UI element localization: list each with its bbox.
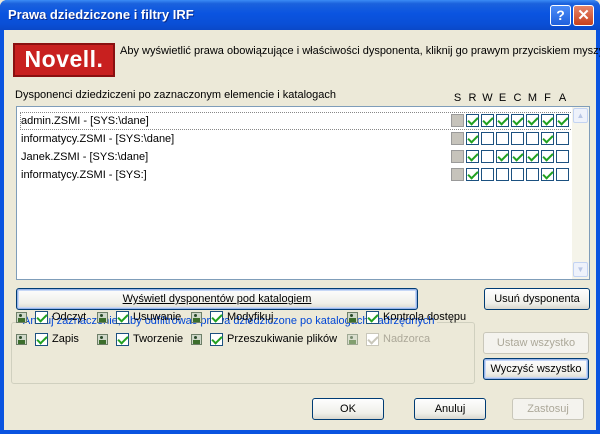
novell-logo: Novell.	[13, 43, 115, 77]
filter-checkbox[interactable]	[35, 311, 48, 324]
info-text: Aby wyświetlić prawa obowiązujące i właś…	[120, 45, 600, 57]
right-checkbox-e[interactable]	[496, 114, 509, 127]
filter-checkbox-label[interactable]: Przeszukiwanie plików	[227, 333, 337, 345]
column-header-s: S	[453, 92, 462, 104]
right-checkbox-r[interactable]	[466, 132, 479, 145]
trustee-row[interactable]: informatycy.ZSMI - [SYS:]	[21, 167, 147, 183]
trustee-row[interactable]: informatycy.ZSMI - [SYS:\dane]	[21, 131, 174, 147]
right-checkbox-e[interactable]	[496, 168, 509, 181]
window-title: Prawa dziedziczone i filtry IRF	[8, 7, 194, 22]
show-trustees-button[interactable]: Wyświetl dysponentów pod katalogiem	[16, 288, 418, 310]
cancel-button[interactable]: Anuluj	[414, 398, 486, 420]
inherited-rights-icon	[16, 312, 27, 323]
inherited-rights-icon	[16, 334, 27, 345]
filter-checkbox[interactable]	[116, 333, 129, 346]
filter-checkbox[interactable]	[366, 333, 379, 346]
right-checkbox-a[interactable]	[556, 150, 569, 163]
right-checkbox-f[interactable]	[541, 150, 554, 163]
ok-button[interactable]: OK	[312, 398, 384, 420]
column-header-w: W	[482, 92, 493, 104]
apply-button[interactable]: Zastosuj	[512, 398, 584, 420]
right-checkbox-c[interactable]	[511, 114, 524, 127]
remove-trustee-button[interactable]: Usuń dysponenta	[484, 288, 590, 310]
right-checkbox-w[interactable]	[481, 168, 494, 181]
filter-checkbox-label[interactable]: Usuwanie	[133, 311, 181, 323]
filter-checkbox[interactable]	[210, 311, 223, 324]
trustee-row[interactable]: admin.ZSMI - [SYS:\dane]	[21, 113, 149, 129]
show-trustees-label: Wyświetl dysponentów pod katalogiem	[122, 293, 312, 305]
right-checkbox-m[interactable]	[526, 114, 539, 127]
help-button[interactable]: ?	[550, 5, 571, 26]
set-all-button[interactable]: Ustaw wszystko	[483, 332, 589, 354]
trustee-row[interactable]: Janek.ZSMI - [SYS:\dane]	[21, 149, 148, 165]
right-checkbox-s[interactable]	[451, 114, 464, 127]
column-header-r: R	[468, 92, 477, 104]
clear-all-button[interactable]: Wyczyść wszystko	[483, 358, 589, 380]
right-checkbox-f[interactable]	[541, 168, 554, 181]
column-header-m: M	[527, 92, 538, 104]
filter-group: Anuluj zaznaczenie, aby odfiltrować praw…	[11, 315, 475, 384]
right-checkbox-s[interactable]	[451, 168, 464, 181]
right-checkbox-c[interactable]	[511, 168, 524, 181]
inherited-rights-icon	[347, 312, 358, 323]
right-checkbox-e[interactable]	[496, 150, 509, 163]
right-checkbox-f[interactable]	[541, 114, 554, 127]
filter-checkbox-label[interactable]: Nadzorca	[383, 333, 430, 345]
right-checkbox-s[interactable]	[451, 150, 464, 163]
column-header-a: A	[558, 92, 567, 104]
filter-checkbox[interactable]	[35, 333, 48, 346]
close-button[interactable]: ✕	[573, 5, 594, 26]
trustee-list-label: Dysponenci dziedziczeni po zaznaczonym e…	[15, 89, 337, 101]
right-checkbox-w[interactable]	[481, 132, 494, 145]
title-bar[interactable]: Prawa dziedziczone i filtry IRF ? ✕	[0, 0, 600, 30]
column-header-f: F	[544, 92, 551, 104]
right-checkbox-f[interactable]	[541, 132, 554, 145]
filter-checkbox-label[interactable]: Tworzenie	[133, 333, 183, 345]
filter-checkbox[interactable]	[116, 311, 129, 324]
right-checkbox-c[interactable]	[511, 132, 524, 145]
filter-checkbox-label[interactable]: Kontrola dostępu	[383, 311, 466, 323]
filter-checkbox-label[interactable]: Odczyt	[52, 311, 86, 323]
right-checkbox-c[interactable]	[511, 150, 524, 163]
right-checkbox-r[interactable]	[466, 114, 479, 127]
right-checkbox-a[interactable]	[556, 132, 569, 145]
right-checkbox-r[interactable]	[466, 150, 479, 163]
filter-checkbox[interactable]	[366, 311, 379, 324]
column-header-e: E	[498, 92, 507, 104]
filter-checkbox-label[interactable]: Modyfikuj	[227, 311, 273, 323]
right-checkbox-s[interactable]	[451, 132, 464, 145]
right-checkbox-m[interactable]	[526, 132, 539, 145]
right-checkbox-m[interactable]	[526, 168, 539, 181]
scroll-down-icon[interactable]: ▼	[573, 262, 588, 277]
right-checkbox-w[interactable]	[481, 114, 494, 127]
inherited-rights-icon	[97, 334, 108, 345]
inherited-rights-icon	[191, 334, 202, 345]
inherited-rights-icon	[97, 312, 108, 323]
inherited-rights-icon	[347, 334, 358, 345]
inherited-rights-icon	[191, 312, 202, 323]
right-checkbox-m[interactable]	[526, 150, 539, 163]
filter-checkbox-label[interactable]: Zapis	[52, 333, 79, 345]
right-checkbox-w[interactable]	[481, 150, 494, 163]
dialog-window: Prawa dziedziczone i filtry IRF ? ✕ Nove…	[0, 0, 600, 434]
dialog-body: Novell. Aby wyświetlić prawa obowiązując…	[4, 30, 600, 430]
trustee-list[interactable]: admin.ZSMI - [SYS:\dane] informatycy.ZSM…	[16, 106, 590, 280]
scroll-up-icon[interactable]: ▲	[573, 108, 588, 123]
filter-checkbox[interactable]	[210, 333, 223, 346]
right-checkbox-a[interactable]	[556, 168, 569, 181]
column-header-c: C	[513, 92, 522, 104]
vertical-scrollbar[interactable]: ▲ ▼	[572, 107, 589, 279]
right-checkbox-e[interactable]	[496, 132, 509, 145]
right-checkbox-r[interactable]	[466, 168, 479, 181]
right-checkbox-a[interactable]	[556, 114, 569, 127]
